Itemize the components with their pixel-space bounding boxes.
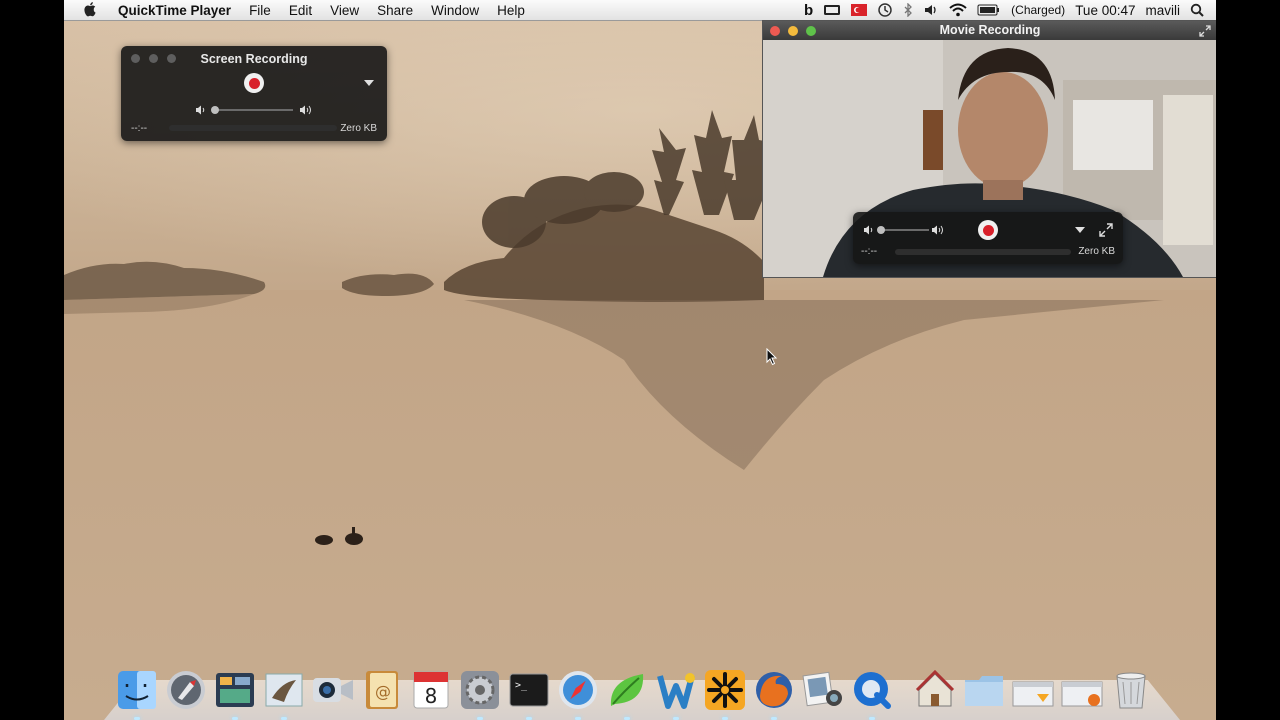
recording-time: --:-- — [861, 246, 878, 257]
safari-icon[interactable] — [556, 668, 600, 720]
movie-recording-controls: --:-- Zero KB — [853, 212, 1123, 264]
menu-app-name[interactable]: QuickTime Player — [112, 3, 240, 18]
system-preferences-icon[interactable] — [458, 668, 502, 720]
menu-file[interactable]: File — [240, 3, 280, 18]
movie-title-bar[interactable]: Movie Recording — [763, 21, 1216, 40]
menu-help[interactable]: Help — [488, 3, 534, 18]
menu-bar: QuickTime Player File Edit View Share Wi… — [64, 0, 1216, 21]
user-menu[interactable]: mavili — [1140, 3, 1185, 18]
recording-progress — [169, 125, 337, 131]
bold-b-icon[interactable]: b — [799, 2, 818, 19]
time-machine-icon[interactable] — [872, 2, 898, 18]
battery-status[interactable]: (Charged) — [1006, 3, 1070, 17]
record-button[interactable] — [244, 73, 264, 93]
documents-folder-icon[interactable] — [962, 668, 1006, 712]
svg-text:>_: >_ — [515, 680, 528, 691]
volume-slider[interactable] — [879, 229, 929, 231]
firefox-icon[interactable] — [752, 668, 796, 720]
calendar-day: 8 — [424, 684, 437, 708]
window-title: Screen Recording — [200, 52, 308, 66]
status-menus: b (Charged) Tue 00:47 mavili — [799, 0, 1216, 20]
input-flag-icon[interactable] — [846, 4, 872, 16]
volume-low-icon — [196, 105, 205, 115]
trash-icon[interactable] — [1109, 668, 1153, 712]
options-dropdown-icon[interactable] — [364, 80, 374, 86]
fullscreen-icon[interactable] — [1099, 223, 1113, 237]
camera-preview: --:-- Zero KB — [763, 40, 1216, 277]
applications-stack-icon[interactable] — [1060, 668, 1104, 712]
record-icon — [982, 224, 994, 236]
mission-control-icon[interactable] — [213, 668, 257, 720]
spotlight-search-icon[interactable] — [1185, 3, 1216, 17]
downloads-stack-icon[interactable] — [1011, 668, 1055, 712]
wunderlist-icon[interactable] — [654, 668, 698, 720]
menu-window[interactable]: Window — [422, 3, 488, 18]
wifi-icon[interactable] — [944, 3, 972, 17]
record-button[interactable] — [978, 220, 998, 240]
volume-slider-knob[interactable] — [211, 106, 219, 114]
movie-recording-window: Movie Recording --:-- Zero KB — [762, 20, 1216, 278]
spark-app-icon[interactable] — [703, 668, 747, 720]
desktop: QuickTime Player File Edit View Share Wi… — [64, 0, 1216, 720]
apple-menu-icon[interactable] — [80, 1, 102, 19]
bluetooth-icon[interactable] — [898, 3, 918, 17]
volume-slider[interactable] — [213, 109, 293, 111]
home-folder-icon[interactable] — [913, 668, 957, 712]
menu-edit[interactable]: Edit — [280, 3, 321, 18]
volume-high-icon — [932, 225, 943, 235]
volume-icon[interactable] — [918, 3, 944, 17]
display-icon[interactable] — [818, 4, 846, 16]
fullscreen-icon[interactable] — [1199, 25, 1211, 37]
mouse-cursor-icon — [766, 348, 778, 366]
volume-low-icon — [864, 225, 873, 235]
volume-high-icon — [300, 105, 311, 115]
recording-size: Zero KB — [340, 123, 377, 134]
launchpad-icon[interactable] — [164, 668, 208, 712]
menu-view[interactable]: View — [321, 3, 368, 18]
options-dropdown-icon[interactable] — [1075, 227, 1085, 233]
volume-slider-knob[interactable] — [877, 226, 885, 234]
battery-icon[interactable] — [972, 4, 1006, 16]
screen-recording-window: Screen Recording --:-- Zero KB — [121, 46, 387, 141]
recording-time: --:-- — [131, 123, 148, 134]
recording-size: Zero KB — [1078, 246, 1115, 257]
mail-icon[interactable] — [262, 668, 306, 720]
menu-share[interactable]: Share — [368, 3, 422, 18]
quicktime-icon[interactable] — [850, 668, 894, 720]
dock: @ 8 >_ — [112, 656, 1172, 720]
leaf-app-icon[interactable] — [605, 668, 649, 720]
terminal-icon[interactable]: >_ — [507, 668, 551, 720]
recording-progress — [895, 249, 1071, 255]
facetime-icon[interactable] — [311, 668, 355, 712]
address-book-icon[interactable]: @ — [360, 668, 404, 712]
window-title: Movie Recording — [939, 23, 1041, 37]
finder-icon[interactable] — [115, 668, 159, 720]
photo-booth-icon[interactable] — [801, 668, 845, 712]
clock[interactable]: Tue 00:47 — [1070, 3, 1140, 18]
record-icon — [248, 77, 260, 89]
svg-text:@: @ — [375, 682, 391, 701]
calendar-icon[interactable]: 8 — [409, 668, 453, 712]
